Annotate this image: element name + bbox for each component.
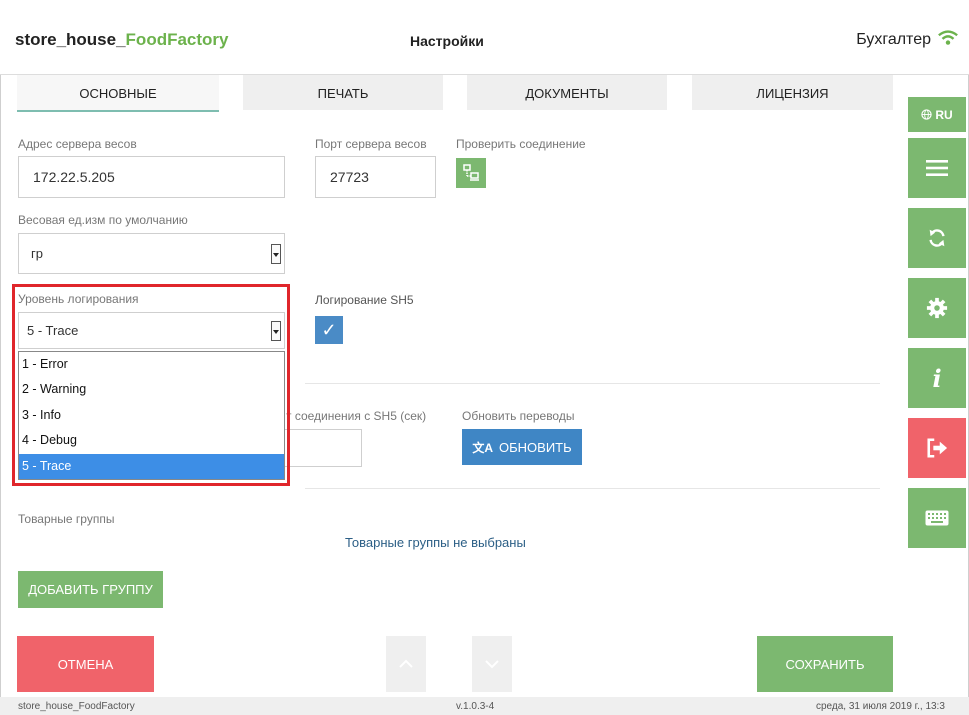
menu-button[interactable]	[908, 138, 966, 198]
keyboard-button[interactable]	[908, 488, 966, 548]
check-icon: ✓	[321, 319, 337, 340]
sync-button[interactable]	[908, 208, 966, 268]
log-level-value: 5 - Trace	[27, 323, 79, 338]
wifi-icon	[938, 30, 958, 45]
scale-server-port-label: Порт сервера весов	[315, 137, 427, 151]
save-button[interactable]: СОХРАНИТЬ	[757, 636, 893, 692]
scale-server-address-field[interactable]: 172.22.5.205	[18, 156, 285, 198]
log-level-option[interactable]: 3 - Info	[19, 403, 284, 428]
status-bar: store_house_FoodFactory v.1.0.3-4 среда,…	[0, 697, 969, 715]
log-level-dropdown: 1 - Error 2 - Warning 3 - Info 4 - Debug…	[18, 351, 285, 480]
footer-app-name: store_house_FoodFactory	[18, 701, 135, 712]
scroll-down-button[interactable]	[472, 636, 512, 692]
sh5-logging-checkbox[interactable]: ✓	[315, 316, 343, 344]
tab-print[interactable]: ПЕЧАТЬ	[243, 75, 443, 110]
page-title: Настройки	[410, 33, 484, 49]
log-level-option[interactable]: 1 - Error	[19, 352, 284, 377]
logout-icon	[927, 438, 948, 458]
globe-icon	[921, 109, 933, 120]
chevron-down-icon	[485, 660, 499, 669]
sh5-timeout-label: т соединения с SH5 (сек)	[286, 409, 427, 423]
log-level-label: Уровень логирования	[18, 292, 139, 306]
default-weight-unit-value: гр	[31, 246, 43, 261]
add-group-button[interactable]: ДОБАВИТЬ ГРУППУ	[18, 571, 163, 608]
translate-icon: 文A	[472, 440, 494, 455]
scroll-up-button[interactable]	[386, 636, 426, 692]
chevron-down-icon	[271, 320, 281, 341]
keyboard-icon	[925, 510, 949, 526]
log-level-option-selected[interactable]: 5 - Trace	[19, 453, 284, 479]
brand-accent: FoodFactory	[125, 30, 229, 49]
product-groups-empty: Товарные группы не выбраны	[345, 535, 526, 550]
log-level-option[interactable]: 4 - Debug	[19, 428, 284, 453]
language-label: RU	[935, 107, 953, 122]
tab-license[interactable]: ЛИЦЕНЗИЯ	[692, 75, 893, 110]
tab-documents[interactable]: ДОКУМЕНТЫ	[467, 75, 667, 110]
section-divider	[305, 488, 880, 489]
footer-version: v.1.0.3-4	[456, 701, 495, 712]
product-groups-label: Товарные группы	[18, 512, 115, 526]
sh5-logging-label: Логирование SH5	[315, 293, 414, 307]
chevron-up-icon	[399, 659, 413, 668]
header: store_house_FoodFactory Настройки Бухгал…	[0, 0, 969, 75]
scale-server-address-label: Адрес сервера весов	[18, 137, 137, 151]
footer-datetime: среда, 31 июля 2019 г., 13:3	[816, 701, 945, 712]
section-divider	[305, 383, 880, 384]
chevron-down-icon	[271, 243, 281, 264]
app-brand: store_house_FoodFactory	[15, 30, 229, 50]
check-connection-button[interactable]	[456, 158, 486, 188]
default-weight-unit-select[interactable]: гр	[18, 233, 285, 274]
gear-icon	[926, 297, 948, 319]
log-level-option[interactable]: 2 - Warning	[19, 377, 284, 402]
brand-prefix: store_house_	[15, 30, 126, 49]
info-button[interactable]: i	[908, 348, 966, 408]
info-icon: i	[932, 363, 942, 393]
user-name[interactable]: Бухгалтер	[856, 31, 931, 49]
sh5-timeout-field[interactable]	[284, 429, 362, 467]
update-translations-label: Обновить переводы	[462, 409, 575, 423]
scale-server-port-field[interactable]: 27723	[315, 156, 436, 198]
update-translations-button[interactable]: 文A ОБНОВИТЬ	[462, 429, 582, 465]
network-icon	[463, 164, 479, 181]
update-button-label: ОБНОВИТЬ	[499, 439, 572, 455]
check-connection-label: Проверить соединение	[456, 137, 586, 151]
settings-button[interactable]	[908, 278, 966, 338]
sync-icon	[929, 229, 945, 247]
menu-icon	[926, 160, 948, 176]
logout-button[interactable]	[908, 418, 966, 478]
default-weight-unit-label: Весовая ед.изм по умолчанию	[18, 213, 188, 227]
cancel-button[interactable]: ОТМЕНА	[17, 636, 154, 692]
language-button[interactable]: RU	[908, 97, 966, 132]
log-level-select[interactable]: 5 - Trace	[18, 312, 285, 349]
tab-bar: ОСНОВНЫЕ ПЕЧАТЬ ДОКУМЕНТЫ ЛИЦЕНЗИЯ	[17, 75, 893, 115]
tab-main[interactable]: ОСНОВНЫЕ	[17, 75, 219, 112]
